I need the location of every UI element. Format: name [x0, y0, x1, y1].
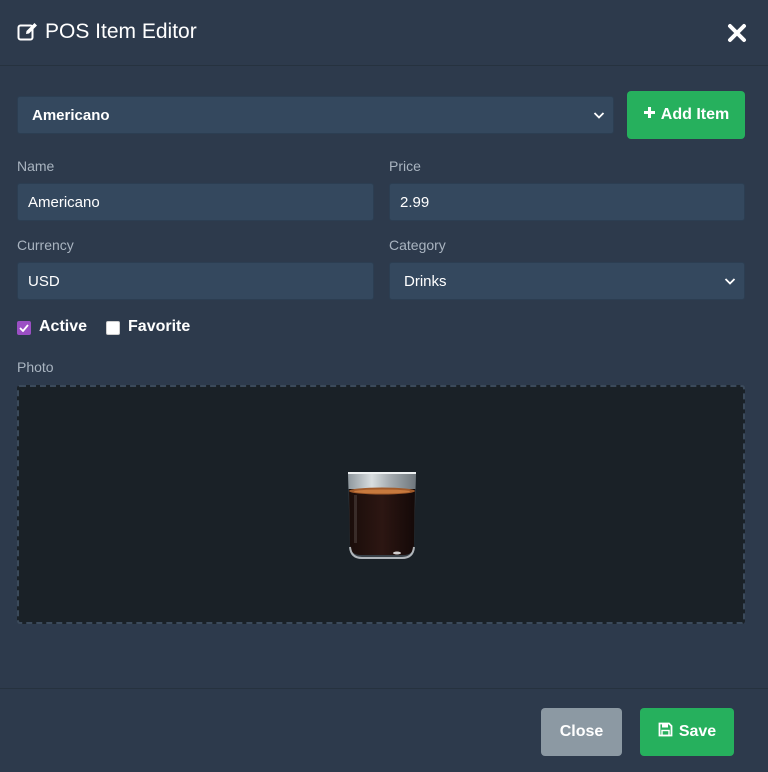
name-field[interactable] [17, 183, 374, 221]
modal-title: POS Item Editor [17, 20, 197, 44]
pos-item-editor-modal: POS Item Editor Americano Add Item Name … [0, 0, 768, 772]
close-icon[interactable] [726, 22, 748, 44]
plus-icon [643, 106, 656, 124]
category-select-value: Drinks [404, 272, 447, 290]
modal-title-text: POS Item Editor [45, 20, 197, 43]
price-field[interactable] [389, 183, 745, 221]
currency-label: Currency [17, 237, 74, 253]
modal-header: POS Item Editor [0, 0, 768, 66]
item-select-value: Americano [32, 106, 110, 124]
price-label: Price [389, 158, 421, 174]
add-item-button[interactable]: Add Item [627, 91, 745, 139]
save-icon [658, 722, 673, 742]
favorite-checkbox[interactable] [106, 321, 121, 335]
save-button-label: Save [678, 723, 717, 740]
edit-icon [17, 22, 39, 42]
currency-field[interactable] [17, 262, 374, 300]
category-label: Category [389, 237, 446, 253]
photo-dropzone[interactable] [17, 385, 745, 624]
photo-label: Photo [17, 359, 54, 375]
name-label: Name [17, 158, 55, 174]
active-label[interactable]: Active [39, 318, 87, 336]
chevron-down-icon [724, 273, 736, 290]
favorite-label[interactable]: Favorite [128, 318, 190, 336]
close-button-label: Close [559, 723, 604, 740]
close-button[interactable]: Close [541, 708, 622, 756]
item-select[interactable]: Americano [17, 96, 614, 134]
coffee-glass-image [348, 472, 416, 559]
chevron-down-icon [593, 107, 605, 124]
category-select[interactable]: Drinks [389, 262, 745, 300]
checkbox-row: Active Favorite [17, 318, 190, 336]
save-button[interactable]: Save [640, 708, 734, 756]
active-checkbox[interactable] [17, 321, 31, 335]
add-item-label: Add Item [660, 106, 730, 123]
